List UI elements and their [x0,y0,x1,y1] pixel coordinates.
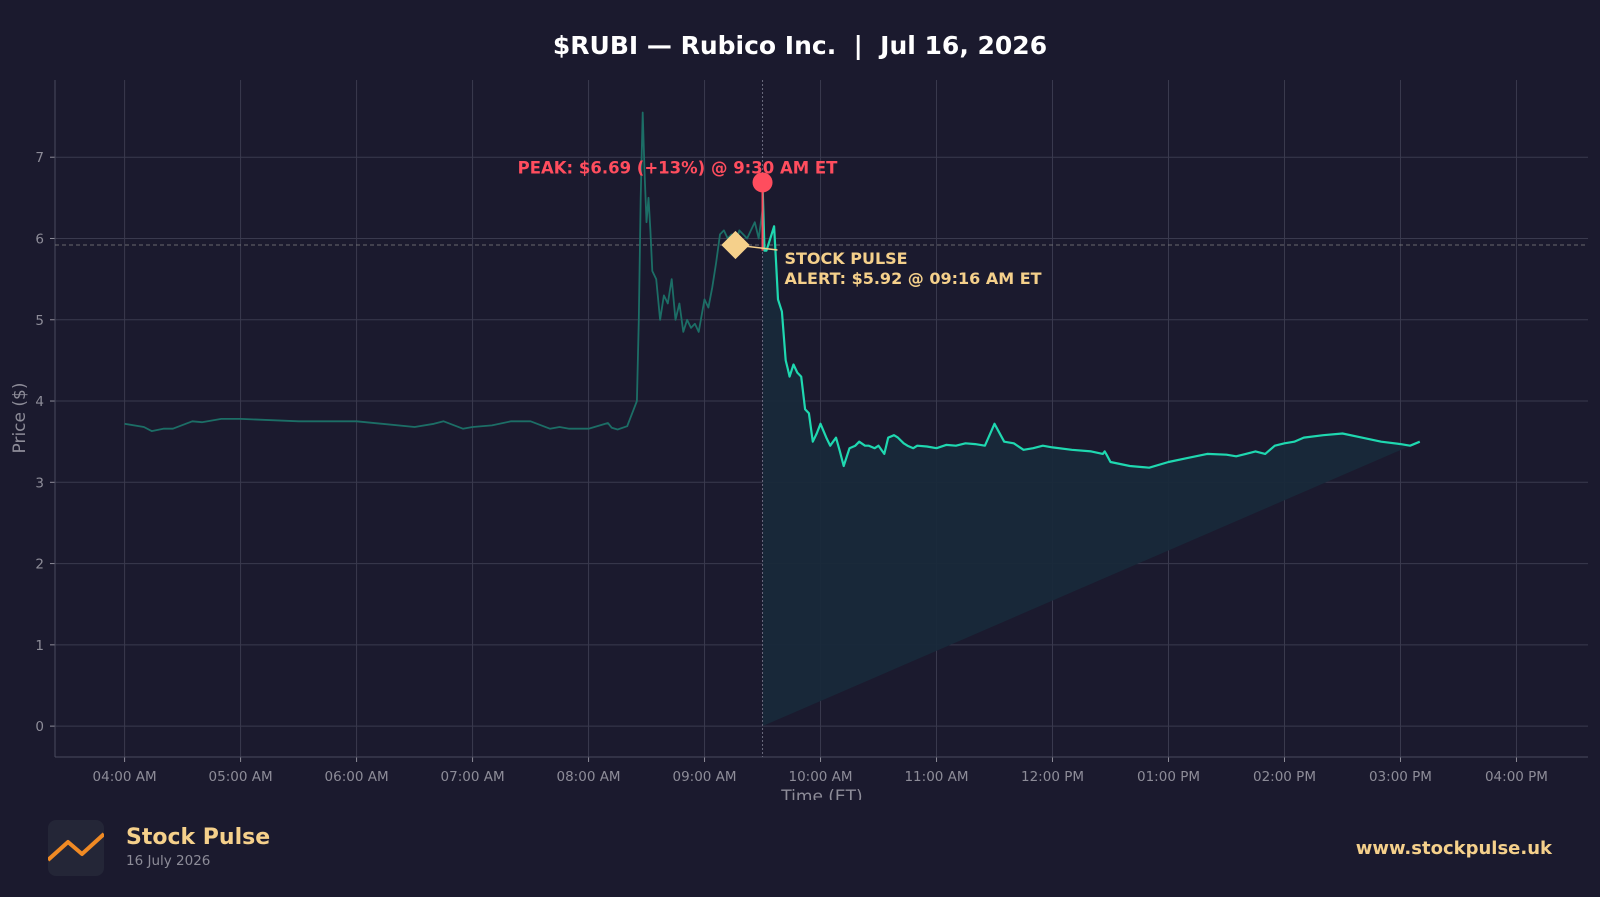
series-layer [55,80,1588,757]
peak-label: PEAK: $6.69 (+13%) @ 9:30 AM ET [518,158,839,177]
trend-line-icon [48,832,104,862]
x-tick-label: 04:00 PM [1485,769,1548,785]
x-tick-label: 01:00 PM [1137,769,1200,785]
y-tick-label: 5 [35,313,44,329]
x-tick-label: 09:00 AM [672,769,736,785]
x-tick-label: 08:00 AM [557,769,621,785]
x-tick-label: 03:00 PM [1369,769,1432,785]
x-tick-label: 02:00 PM [1253,769,1316,785]
brand-name: Stock Pulse [126,825,271,850]
x-axis-label: Time (ET) [780,787,862,800]
x-tick-label: 07:00 AM [441,769,505,785]
x-tick-label: 06:00 AM [325,769,389,785]
y-tick-label: 6 [35,231,44,247]
y-tick-label: 3 [35,475,44,491]
price-chart: $RUBI — Rubico Inc. | Jul 16, 2026 04:00… [10,31,1588,800]
brand-date: 16 July 2026 [126,853,211,869]
annotation-layer: PEAK: $6.69 (+13%) @ 9:30 AM ET STOCK PUL… [518,158,1042,288]
footer-url[interactable]: www.stockpulse.uk [1356,838,1552,859]
x-tick-label: 04:00 AM [93,769,157,785]
x-tick-label: 11:00 AM [904,769,968,785]
y-tick-label: 7 [35,150,44,166]
chart-title: $RUBI — Rubico Inc. | Jul 16, 2026 [553,31,1047,60]
alert-label-line2: ALERT: $5.92 @ 09:16 AM ET [784,269,1041,288]
x-tick-label: 05:00 AM [209,769,273,785]
y-tick-label: 0 [35,719,44,735]
brand-logo [48,820,104,876]
x-tick-label: 12:00 PM [1021,769,1084,785]
regular-price-line [761,182,1421,469]
alert-label-line1: STOCK PULSE [784,249,907,268]
y-tick-label: 4 [35,394,44,410]
footer-brand: Stock Pulse 16 July 2026 [48,820,270,876]
y-axis-label: Price ($) [10,383,30,454]
y-tick-label: 2 [35,557,44,573]
x-tick-label: 10:00 AM [788,769,852,785]
y-tick-label: 1 [35,638,44,654]
